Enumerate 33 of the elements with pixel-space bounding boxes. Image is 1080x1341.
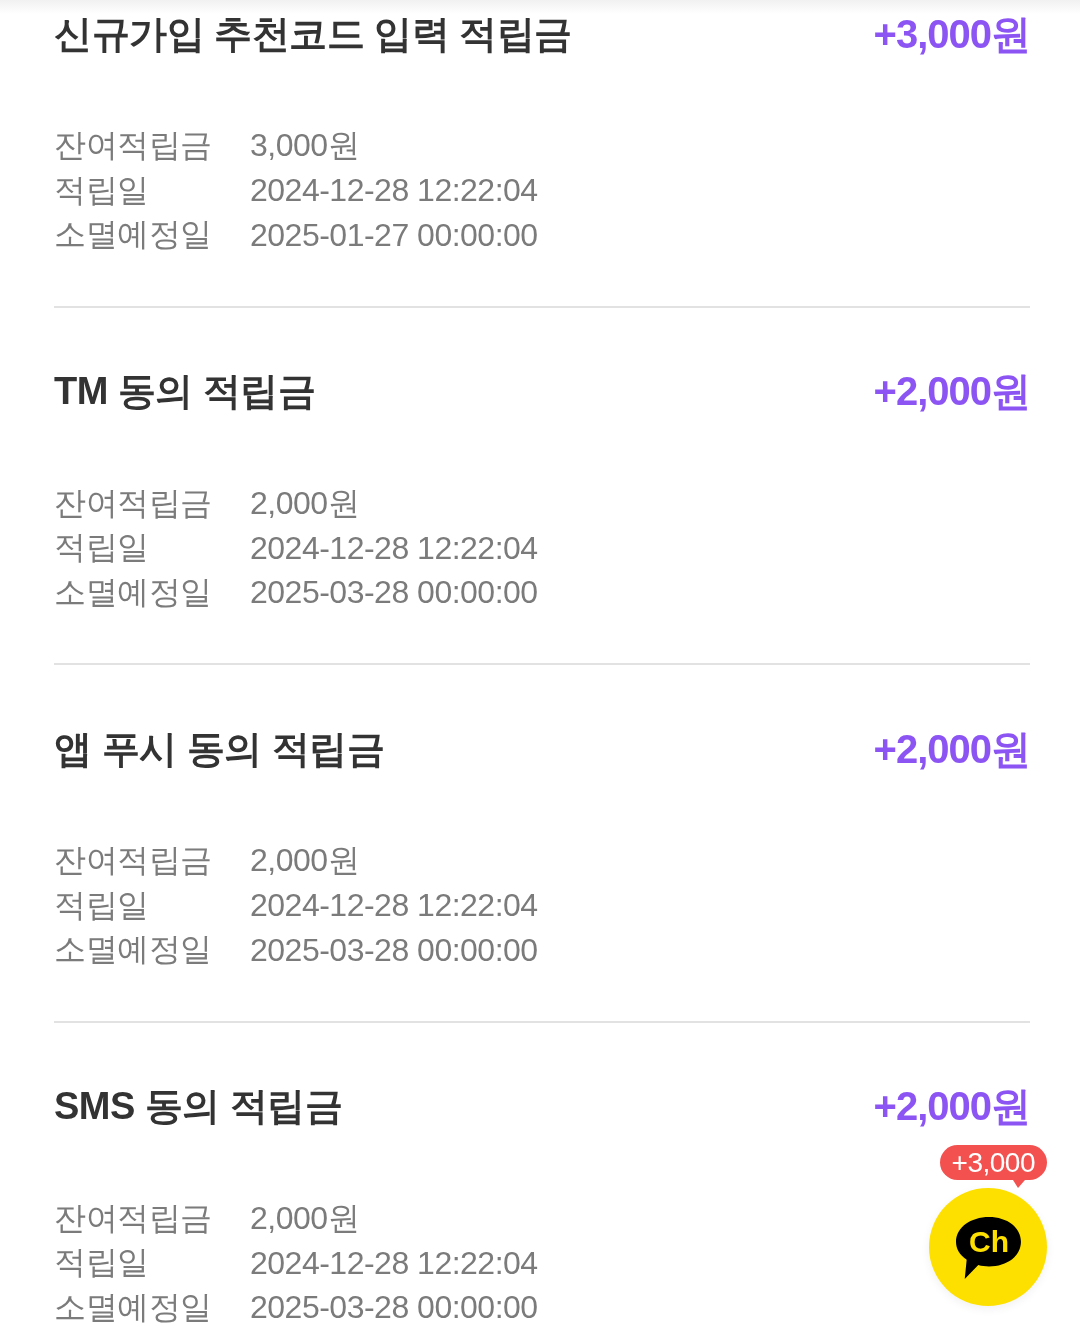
detail-value: 2025-03-28 00:00:00 bbox=[250, 574, 538, 612]
detail-label: 소멸예정일 bbox=[54, 1287, 213, 1327]
detail-value: 2024-12-28 12:22:04 bbox=[250, 172, 538, 210]
detail-value: 2025-01-27 00:00:00 bbox=[250, 216, 538, 254]
detail-value: 2,000원 bbox=[250, 1198, 360, 1238]
detail-value: 3,000원 bbox=[250, 126, 360, 166]
detail-value: 2,000원 bbox=[250, 841, 360, 881]
reward-title: 앱 푸시 동의 적립금 bbox=[54, 726, 385, 772]
reward-amount: +2,000원 bbox=[873, 1083, 1030, 1130]
reward-title: TM 동의 적립금 bbox=[54, 369, 316, 414]
detail-label: 적립일 bbox=[54, 1243, 150, 1283]
detail-value: 2,000원 bbox=[250, 483, 360, 523]
reward-title: 신규가입 추천코드 입력 적립금 bbox=[54, 11, 572, 57]
detail-value: 2024-12-28 12:22:04 bbox=[250, 1244, 538, 1282]
detail-value: 2024-12-28 12:22:04 bbox=[250, 529, 538, 567]
detail-label: 적립일 bbox=[54, 885, 150, 925]
detail-value: 2024-12-28 12:22:04 bbox=[250, 887, 538, 925]
detail-label: 소멸예정일 bbox=[54, 930, 213, 970]
reward-amount: +2,000원 bbox=[873, 725, 1030, 773]
detail-value: 2025-03-28 00:00:00 bbox=[250, 931, 538, 969]
detail-label: 잔여적립금 bbox=[54, 126, 213, 166]
detail-label: 잔여적립금 bbox=[54, 1198, 213, 1238]
detail-label: 잔여적립금 bbox=[54, 483, 213, 523]
reward-amount: +2,000원 bbox=[873, 368, 1030, 415]
detail-label: 소멸예정일 bbox=[54, 215, 213, 255]
detail-label: 소멸예정일 bbox=[54, 572, 213, 612]
detail-label: 적립일 bbox=[54, 170, 150, 210]
speech-bubble-icon bbox=[954, 1216, 1022, 1280]
reward-title: SMS 동의 적립금 bbox=[54, 1084, 343, 1129]
detail-label: 적립일 bbox=[54, 528, 150, 568]
reward-amount: +3,000원 bbox=[873, 10, 1030, 58]
detail-value: 2025-03-28 00:00:00 bbox=[250, 1289, 538, 1327]
detail-label: 잔여적립금 bbox=[54, 841, 213, 881]
